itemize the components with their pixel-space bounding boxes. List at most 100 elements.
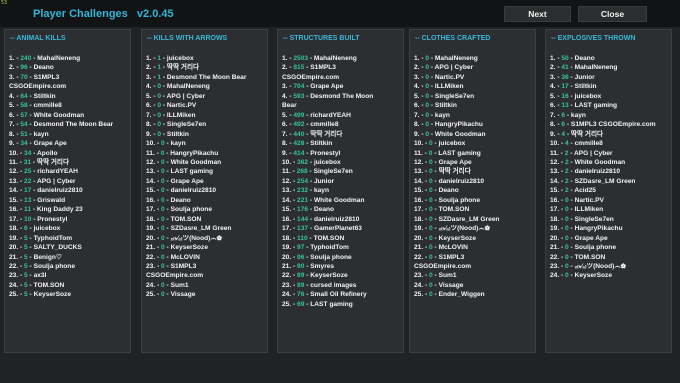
score-value: 50 <box>561 55 569 62</box>
score-value: 0 <box>161 262 165 270</box>
player-name: APG | Cyber <box>573 149 613 157</box>
rank-number: 7. <box>146 111 152 119</box>
close-button[interactable]: Close <box>578 6 647 22</box>
score-value: 0 <box>429 281 433 289</box>
leaderboard-row: 21. - 0 - KeyserSoze <box>146 244 208 252</box>
score-value: 34 <box>24 149 32 157</box>
rank-number: 8. <box>282 140 288 148</box>
player-name: SingleSe7en <box>313 168 353 176</box>
score-value: 10 <box>24 215 32 223</box>
rank-number: 8. <box>9 130 15 138</box>
rank-number: 14. <box>146 177 156 185</box>
leaderboard-row: 10. - 362 - juicebox <box>282 158 341 166</box>
rank-number: 21. <box>550 244 560 252</box>
rank-number: 9. <box>9 140 15 148</box>
leaderboard-row: 10. - 34 - Apollo <box>9 149 58 157</box>
player-name: LAST gaming <box>170 168 214 176</box>
player-name: GamerPlanet63 <box>313 225 362 233</box>
rank-number: 2. <box>146 64 152 72</box>
score-value: 0 <box>429 225 433 233</box>
score-value: 362 <box>297 158 309 166</box>
leaderboard-row: 16. - 0 - Soulja phone <box>414 196 480 204</box>
score-value: 137 <box>297 225 309 233</box>
score-value: 704 <box>293 83 305 91</box>
leaderboard-row: 24. - 0 - Vissage <box>414 281 464 289</box>
score-value: 16 <box>561 92 569 100</box>
player-name: 딱딱 거리다 <box>310 130 343 138</box>
score-value: 34 <box>20 140 28 148</box>
player-name: KeyserSoze <box>33 291 71 299</box>
player-name: Soulja phone <box>574 244 616 252</box>
score-value: 0 <box>429 187 433 195</box>
rank-number: 1. <box>550 55 556 62</box>
score-value: 0 <box>429 234 433 242</box>
score-value: 0 <box>161 225 165 233</box>
score-value: 0 <box>565 234 569 242</box>
leaderboard-row: 3. - 1 - Desmond The Moon Bear <box>146 73 247 81</box>
rank-number: 18. <box>550 215 560 223</box>
player-name: juicebox <box>574 92 602 100</box>
leaderboard-row: 22. - 0 - TOM.SON <box>550 253 606 261</box>
leaderboard-row: 17. - 0 - Soulja phone <box>146 206 212 214</box>
player-name: kayn <box>570 111 586 119</box>
leaderboard-row: 21. - 0 - McLOVIN <box>414 244 468 252</box>
score-value: 2 <box>565 187 569 195</box>
rank-number: 23. <box>282 281 292 289</box>
player-name: Stiltkin <box>574 83 597 91</box>
rank-number: 6. <box>146 102 152 110</box>
leaderboard-row: 3. - 36 - Junior <box>550 73 595 81</box>
player-name: Vissage <box>438 281 464 289</box>
leaderboard-panel: -- ANIMAL KILLS 1. - 240 - MahalNeneng 2. … <box>4 29 131 353</box>
leaderboard-row: 6. - 0 - Stiltkin <box>414 102 457 110</box>
leaderboard-row: 11. - 268 - SingleSe7en <box>282 168 353 176</box>
rank-number: 3. <box>550 73 556 81</box>
rank-number: 17. <box>550 206 560 214</box>
next-button[interactable]: Next <box>504 6 571 22</box>
player-name: King Daddy 23 <box>36 206 83 214</box>
leaderboard-row: 18. - 0 - SingleSe7en <box>550 215 614 223</box>
leaderboard-row: 5. - 0 - APG | Cyber <box>146 92 206 100</box>
rank-number: 15. <box>282 206 292 214</box>
score-value: 89 <box>297 281 305 289</box>
score-value: 89 <box>297 272 305 280</box>
player-name: Soulja phone <box>170 206 212 214</box>
rank-number: 16. <box>414 196 424 204</box>
player-name: danielruiz2810 <box>37 187 83 195</box>
score-value: 54 <box>20 121 28 129</box>
score-value: 41 <box>561 64 569 72</box>
score-value: 0 <box>565 215 569 223</box>
score-value: 5 <box>24 262 28 270</box>
score-value: 0 <box>429 158 433 166</box>
leaderboard-row: 23. - 0 - S1MPL3 <box>146 262 197 270</box>
score-value: 25 <box>24 168 32 176</box>
leaderboard-row: CSGOEmpire.com <box>9 82 130 91</box>
leaderboard-row: 6. - 0 - Nartic.PV <box>146 102 197 110</box>
score-value: 0 <box>429 140 433 148</box>
player-name: Grape Ape <box>574 234 608 242</box>
score-value: 31 <box>23 158 32 166</box>
rank-number: 10. <box>146 140 156 148</box>
score-value: 0 <box>425 92 430 100</box>
player-name: TOM.SON <box>170 215 202 223</box>
leaderboard-row: 10. - 0 - kayn <box>146 140 186 148</box>
rank-number: 8. <box>550 121 556 129</box>
player-name: CSGOEmpire.com <box>146 272 204 280</box>
player-name: Apollo <box>37 149 58 157</box>
rank-number: 25. <box>414 291 424 299</box>
player-name: MahalNeneng <box>574 64 618 72</box>
player-name: Desmond The Moon Bear <box>33 121 114 129</box>
player-name: cmmille8 <box>310 121 339 129</box>
leaderboard-row: 12. - 0 - Grape Ape <box>414 158 472 166</box>
leaderboard-row: 11. - 2 - APG | Cyber <box>550 149 613 157</box>
leaderboard-row: 25. - 0 - Vissage <box>146 291 196 299</box>
title-bar: Player Challenges v2.0.45 Next Close <box>0 0 680 27</box>
rank-number: 3. <box>414 73 420 81</box>
leaderboard-row: 13. - 0 - LAST gaming <box>146 168 214 176</box>
rank-number: 20. <box>146 234 156 242</box>
leaderboard-list: 1. - 1 - juicebox 2. - 1 - 딱딱 거리다 3. - 1 -… <box>146 54 267 300</box>
rank-number: 15. <box>146 187 156 195</box>
score-value: 0 <box>157 121 162 129</box>
leaderboard-list: 1. - 2503 - MahalNeneng 2. - 815 - S1MPL3… <box>282 54 403 309</box>
score-value: 2 <box>565 158 569 166</box>
score-value: 144 <box>297 215 309 223</box>
